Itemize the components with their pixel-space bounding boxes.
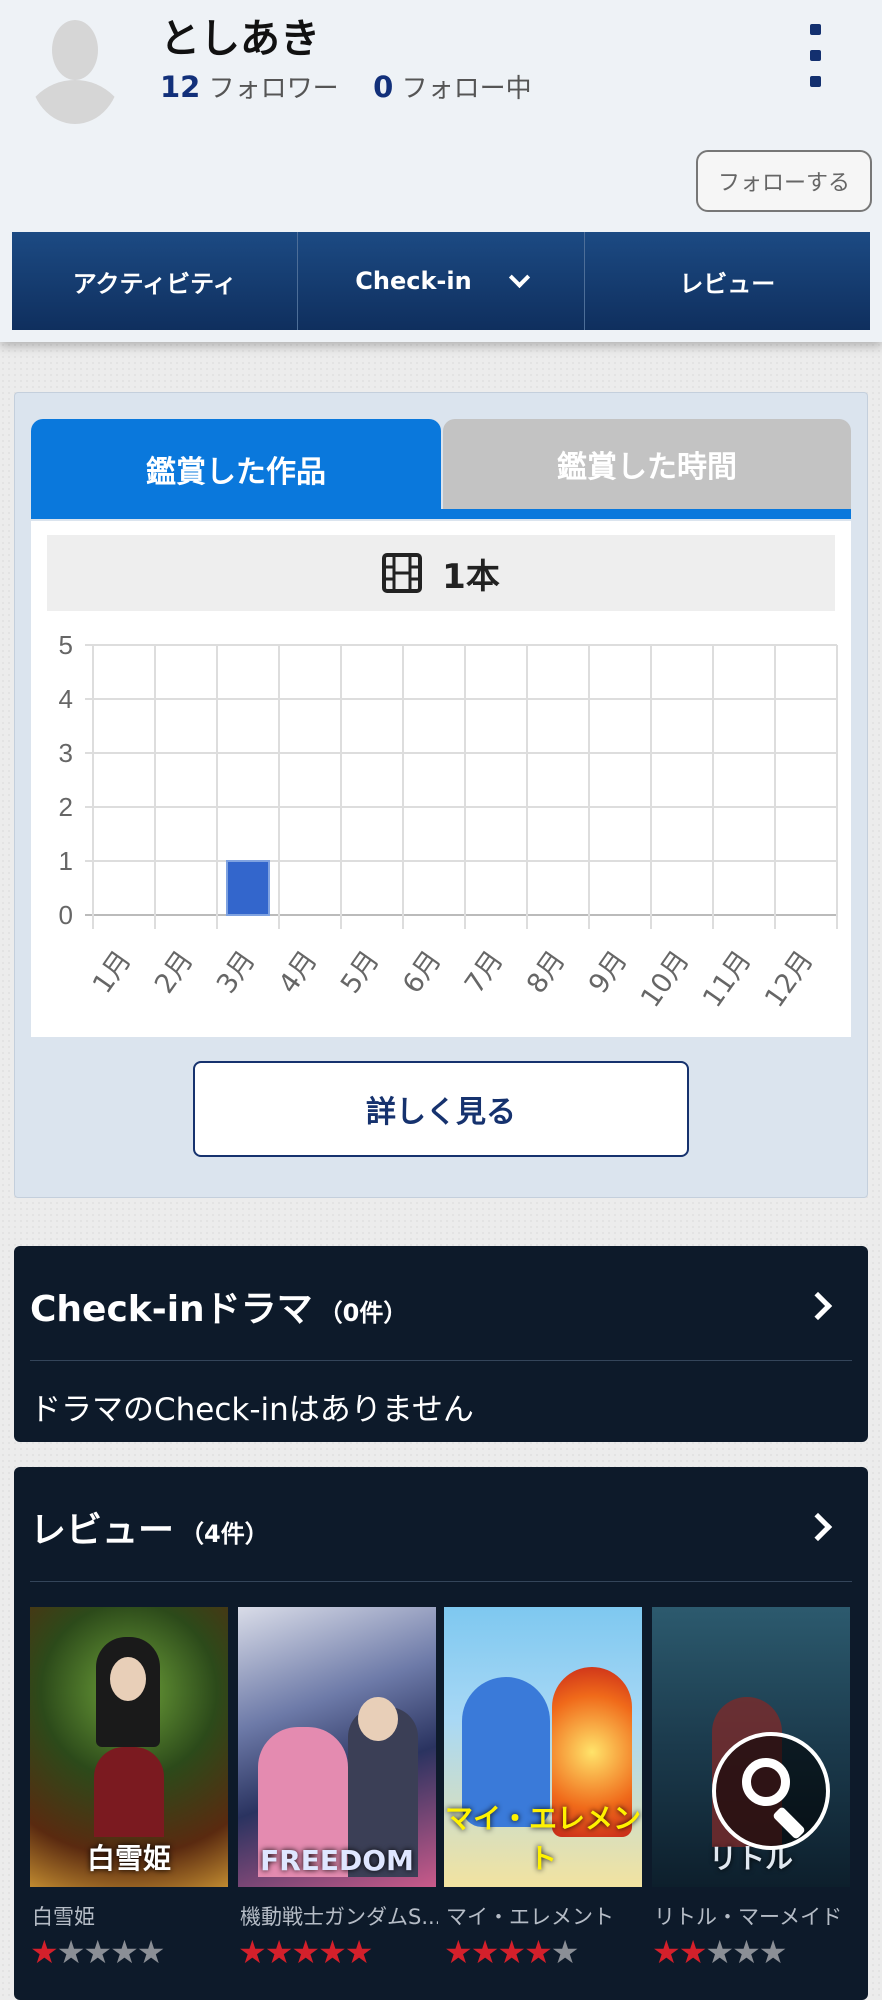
followers-count[interactable]: 12 bbox=[160, 70, 200, 104]
star-filled-icon: ★ bbox=[652, 1933, 681, 1971]
x-tick-label: 2月 bbox=[149, 945, 200, 999]
x-tick-label: 1月 bbox=[87, 945, 138, 999]
see-more-button[interactable]: 詳しく見る bbox=[193, 1061, 689, 1157]
x-tick-label: 5月 bbox=[335, 945, 386, 999]
star-filled-icon: ★ bbox=[524, 1933, 553, 1971]
divider bbox=[30, 1360, 852, 1361]
avatar-head-shape bbox=[52, 20, 98, 80]
search-icon[interactable] bbox=[712, 1732, 830, 1850]
poster-image[interactable]: マイ・エレメント bbox=[444, 1607, 642, 1887]
star-empty-icon: ★ bbox=[83, 1933, 112, 1971]
y-tick-label: 3 bbox=[59, 738, 73, 768]
rating-stars: ★★★★★ bbox=[444, 1933, 580, 1971]
review-item[interactable]: マイ・エレメント マイ・エレメント ★★★★★ bbox=[444, 1607, 642, 1971]
y-tick-label: 0 bbox=[59, 900, 73, 930]
x-tick-label: 4月 bbox=[273, 945, 324, 999]
x-tick-label: 3月 bbox=[211, 945, 262, 999]
bar bbox=[226, 860, 270, 916]
tab-reviews[interactable]: レビュー bbox=[585, 232, 870, 330]
x-tick-label: 12月 bbox=[759, 945, 820, 1013]
y-tick-label: 1 bbox=[59, 846, 73, 876]
y-tick-label: 4 bbox=[59, 684, 73, 714]
star-empty-icon: ★ bbox=[705, 1933, 734, 1971]
drama-section-title[interactable]: Check-inドラマ （0件） bbox=[30, 1280, 407, 1332]
checkin-drama-section: Check-inドラマ （0件） ドラマのCheck-inはありません bbox=[14, 1246, 868, 1442]
watched-count: 1本 bbox=[47, 535, 835, 611]
tab-underline bbox=[31, 509, 851, 519]
chevron-down-icon bbox=[508, 266, 530, 288]
star-filled-icon: ★ bbox=[497, 1933, 526, 1971]
x-tick-label: 6月 bbox=[397, 945, 448, 999]
review-item[interactable]: FREEDOM 機動戦士ガンダムS... ★★★★★ bbox=[238, 1607, 438, 1971]
viewing-stats-panel: 鑑賞した作品 鑑賞した時間 1本 0 1 2 3 4 5 1月 2月 3月 4月 5月 6月 7月 8月 9… bbox=[14, 392, 868, 1198]
y-tick-label: 2 bbox=[59, 792, 73, 822]
poster-image[interactable]: FREEDOM bbox=[238, 1607, 436, 1887]
following-label[interactable]: フォロー中 bbox=[402, 74, 532, 104]
tab-checkin[interactable]: Check-in bbox=[298, 232, 585, 330]
star-filled-icon: ★ bbox=[444, 1933, 473, 1971]
follow-counts: 12 フォロワー 0 フォロー中 bbox=[160, 68, 532, 105]
stats-tabs: 鑑賞した作品 鑑賞した時間 bbox=[31, 419, 851, 521]
star-empty-icon: ★ bbox=[110, 1933, 139, 1971]
more-menu-icon[interactable] bbox=[804, 22, 828, 90]
followers-label[interactable]: フォロワー bbox=[209, 74, 339, 104]
reviews-section-title[interactable]: レビュー （4件） bbox=[30, 1501, 269, 1553]
star-filled-icon: ★ bbox=[30, 1933, 59, 1971]
x-tick-label: 9月 bbox=[583, 945, 634, 999]
user-name: としあき bbox=[160, 16, 320, 62]
reviews-section: レビュー （4件） 白雪姫 白雪姫 ★★★★★ FREEDOM 機動戦士ガンダムS… bbox=[14, 1467, 868, 2000]
profile-header: としあき 12 フォロワー 0 フォロー中 フォローする アクティビティ Che… bbox=[0, 0, 882, 342]
rating-stars: ★★★★★ bbox=[652, 1933, 788, 1971]
follow-button[interactable]: フォローする bbox=[696, 150, 872, 212]
avatar-body-shape bbox=[30, 80, 120, 124]
y-tick-label: 5 bbox=[59, 630, 73, 660]
rating-stars: ★★★★★ bbox=[30, 1933, 166, 1971]
star-filled-icon: ★ bbox=[291, 1933, 320, 1971]
star-empty-icon: ★ bbox=[136, 1933, 166, 1971]
star-filled-icon: ★ bbox=[238, 1933, 267, 1971]
monthly-bar-chart: 0 1 2 3 4 5 1月 2月 3月 4月 5月 6月 7月 8月 9月 10月 11月 12月 bbox=[59, 630, 838, 1013]
film-icon bbox=[382, 553, 423, 593]
star-empty-icon: ★ bbox=[56, 1933, 86, 1971]
chart-card: 1本 0 1 2 3 4 5 1月 2月 3月 4月 5月 6月 7月 8月 9月 10月 11月 12月 bbox=[31, 521, 851, 1037]
review-item[interactable]: 白雪姫 白雪姫 ★★★★★ bbox=[30, 1607, 228, 1971]
following-count[interactable]: 0 bbox=[373, 70, 393, 104]
x-tick-label: 8月 bbox=[521, 945, 572, 999]
x-tick-label: 11月 bbox=[697, 945, 758, 1013]
x-tick-label: 10月 bbox=[635, 945, 696, 1013]
divider bbox=[30, 1581, 852, 1582]
tab-activity[interactable]: アクティビティ bbox=[12, 232, 299, 330]
profile-nav-tabs: アクティビティ Check-in レビュー bbox=[12, 232, 870, 330]
star-filled-icon: ★ bbox=[470, 1933, 500, 1971]
star-empty-icon: ★ bbox=[758, 1933, 788, 1971]
tab-watched-time[interactable]: 鑑賞した時間 bbox=[443, 419, 851, 509]
tab-watched-works[interactable]: 鑑賞した作品 bbox=[31, 419, 441, 519]
avatar[interactable] bbox=[30, 20, 120, 124]
rating-stars: ★★★★★ bbox=[238, 1933, 374, 1971]
star-empty-icon: ★ bbox=[550, 1933, 580, 1971]
review-title: 白雪姫 bbox=[32, 1905, 95, 1929]
review-title: 機動戦士ガンダムS... bbox=[240, 1905, 438, 1929]
x-tick-label: 7月 bbox=[459, 945, 510, 999]
star-filled-icon: ★ bbox=[318, 1933, 347, 1971]
watched-count-label: 1本 bbox=[442, 556, 500, 597]
drama-empty-message: ドラマのCheck-inはありません bbox=[30, 1392, 474, 1428]
chevron-right-icon[interactable] bbox=[803, 1291, 833, 1321]
chevron-right-icon[interactable] bbox=[803, 1512, 833, 1542]
star-filled-icon: ★ bbox=[264, 1933, 294, 1971]
star-filled-icon: ★ bbox=[344, 1933, 374, 1971]
review-title: マイ・エレメント bbox=[446, 1905, 614, 1929]
star-filled-icon: ★ bbox=[678, 1933, 708, 1971]
review-title: リトル・マーメイド bbox=[654, 1905, 843, 1929]
poster-image[interactable]: 白雪姫 bbox=[30, 1607, 228, 1887]
star-empty-icon: ★ bbox=[732, 1933, 761, 1971]
